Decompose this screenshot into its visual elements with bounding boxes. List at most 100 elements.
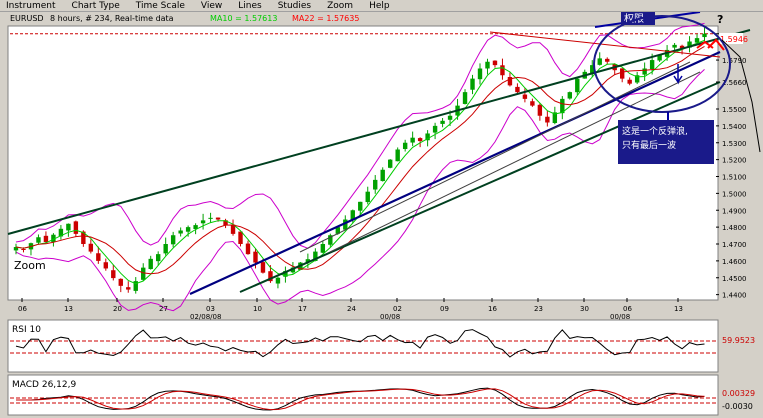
x-tick-label: 09 (440, 305, 449, 313)
candle-body (43, 235, 49, 242)
candle-body (275, 277, 281, 284)
candle-body (410, 137, 415, 143)
candle-body (66, 223, 71, 231)
x-tick-label: 30 (580, 305, 589, 313)
x-tick-label: 13 (64, 305, 73, 313)
candle-body (253, 251, 258, 263)
candle-body (477, 68, 483, 80)
x-tick-label: 17 (298, 305, 307, 313)
y-tick-label: 1.4500 (722, 275, 747, 283)
candle-body (470, 78, 475, 90)
candle-body (500, 65, 505, 76)
y-tick-label: 1.4900 (722, 207, 747, 215)
candle-body (111, 270, 116, 279)
candle-body (702, 33, 707, 38)
y-tick-label: 1.5000 (722, 190, 747, 198)
candle-body (170, 235, 176, 245)
macd-title: MACD 26,12,9 (12, 380, 76, 390)
candle-body (567, 92, 573, 99)
candle-body (21, 248, 26, 250)
annotation-note-line2: 只有最后一波 (622, 139, 676, 151)
candle-body (545, 116, 550, 123)
candle-body (178, 230, 183, 234)
candle-body (522, 94, 528, 99)
candle-body (694, 38, 700, 43)
candle-body (440, 120, 445, 124)
candle-body (208, 217, 213, 219)
candle-body (492, 60, 498, 66)
menu-item-zoom[interactable]: Zoom (321, 0, 363, 12)
ma22-label: MA22 = 1.57635 (292, 14, 359, 23)
candle-body (358, 201, 363, 211)
y-tick-label: 1.5790 (722, 57, 747, 65)
x-tick-label: 06 (18, 305, 27, 313)
price-y-axis: 1.57901.56601.55001.54001.53001.52001.51… (716, 33, 747, 300)
menu-item-view[interactable]: View (195, 0, 232, 12)
candle-body (118, 278, 123, 286)
candle-body (141, 267, 146, 280)
candle-body (672, 44, 677, 48)
y-tick-label: 1.4600 (722, 258, 747, 266)
rsi-panel-bg (7, 319, 719, 373)
candle-body (537, 104, 543, 116)
y-tick-label: 1.5100 (722, 174, 747, 182)
menu-item-help[interactable]: Help (363, 0, 400, 12)
candle-body (649, 60, 655, 70)
rsi-title: RSI 10 (12, 325, 41, 335)
candle-body (320, 244, 326, 253)
x-tick-label: 10 (253, 305, 262, 313)
zoom-label: Zoom (14, 259, 46, 272)
candle-body (530, 101, 535, 106)
candle-body (185, 227, 191, 232)
y-tick-label: 1.4700 (722, 241, 747, 249)
x-tick-label: 03 (206, 305, 215, 313)
x-tick-label: 27 (159, 305, 168, 313)
candle-body (260, 262, 266, 273)
candle-body (365, 191, 370, 203)
macd-value-bottom: -0.0030 (722, 402, 753, 411)
y-tick-label: 1.5200 (722, 157, 747, 165)
period-label: 8 hours, # 234, Real-time data (50, 14, 174, 23)
x-tick-label: 23 (534, 305, 543, 313)
menu-item-lines[interactable]: Lines (232, 0, 271, 12)
candle-body (462, 92, 468, 104)
chart-frame: EURUSD 8 hours, # 234, Real-time data MA… (7, 12, 763, 416)
candle-body (380, 169, 385, 182)
candle-body (395, 149, 400, 162)
candle-body (387, 159, 393, 168)
candle-body (36, 237, 41, 243)
candle-body (417, 138, 423, 142)
candle-body (605, 58, 610, 62)
y-tick-label: 1.5300 (722, 140, 747, 148)
candle-body (642, 68, 647, 75)
y-tick-label: 1.5500 (722, 106, 747, 114)
candle-body (619, 68, 625, 79)
macd-value-top: 0.00329 (722, 389, 755, 398)
candle-body (215, 217, 221, 220)
y-tick-label: 1.4400 (722, 292, 747, 300)
x-tick-label: 06 (623, 305, 632, 313)
candle-body (373, 179, 378, 190)
x-tick-label: 16 (488, 305, 497, 313)
menu-item-time-scale[interactable]: Time Scale (130, 0, 195, 12)
candle-body (96, 253, 101, 261)
candle-body (103, 262, 109, 269)
menu-bar: Instrument Chart Type Time Scale View Lines S… (0, 0, 763, 12)
menu-item-chart-type[interactable]: Chart Type (66, 0, 130, 12)
menu-item-instrument[interactable]: Instrument (0, 0, 66, 12)
candle-body (238, 231, 243, 244)
candle-body (447, 115, 453, 120)
candle-body (597, 58, 602, 65)
annotation-note-line1: 这是一个反弹浪, (622, 125, 688, 137)
candle-body (88, 243, 94, 252)
rsi-value-label: 59.9523 (722, 336, 755, 345)
candle-body (432, 125, 438, 133)
annotation-question: ? (717, 13, 723, 26)
candle-body (575, 78, 580, 93)
candle-body (485, 61, 490, 69)
y-tick-label: 1.5400 (722, 123, 747, 131)
candle-body (126, 287, 131, 290)
candle-body (515, 86, 520, 93)
menu-item-studies[interactable]: Studies (272, 0, 321, 12)
y-tick-label: 1.4800 (722, 224, 747, 232)
